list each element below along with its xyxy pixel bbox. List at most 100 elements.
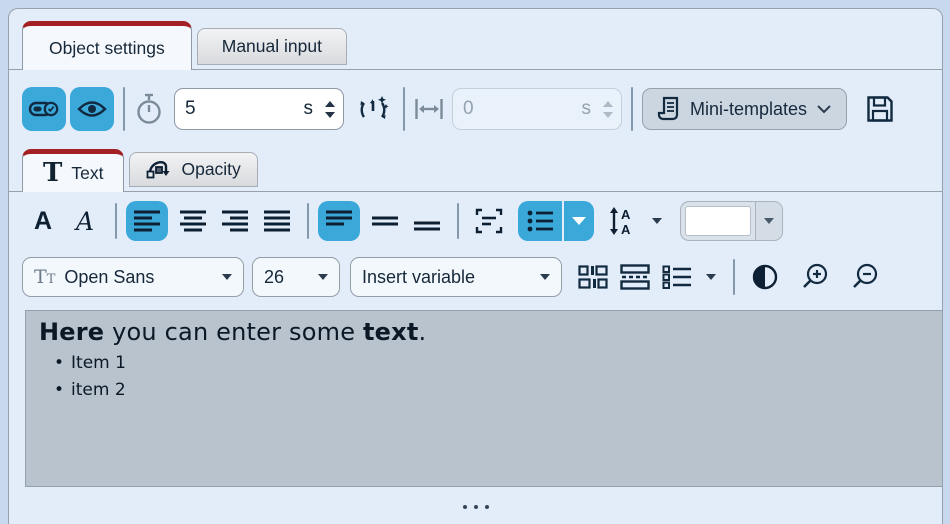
separator bbox=[115, 203, 117, 239]
tab-manual-input-label: Manual input bbox=[222, 36, 322, 57]
separator bbox=[307, 203, 309, 239]
gap-input bbox=[463, 98, 578, 120]
width-icon bbox=[414, 97, 444, 121]
editor-line-1: Here you can enter some text. bbox=[39, 318, 929, 346]
valign-top-icon bbox=[325, 209, 353, 233]
insert-variable-label: Insert variable bbox=[362, 267, 475, 288]
list-squares-icon bbox=[662, 265, 692, 289]
save-template-button[interactable] bbox=[859, 89, 901, 129]
auto-duration-icon bbox=[355, 91, 391, 127]
italic-icon: A bbox=[76, 207, 94, 236]
zoom-out-button[interactable] bbox=[844, 257, 886, 297]
editor-bullet-1: • Item 1 bbox=[54, 353, 929, 373]
font-size-combo[interactable]: 26 bbox=[252, 257, 340, 297]
chevron-down-icon bbox=[540, 274, 550, 280]
toggle-on-icon bbox=[28, 98, 60, 120]
line-spacing-button[interactable]: A A bbox=[602, 201, 644, 241]
align-right-button[interactable] bbox=[214, 201, 256, 241]
tab-manual-input[interactable]: Manual input bbox=[197, 28, 347, 65]
mini-templates-dropdown[interactable]: Mini-templates bbox=[642, 88, 847, 130]
fit-text-icon bbox=[475, 208, 503, 234]
duration-unit-label: s bbox=[304, 98, 314, 120]
valign-top-button[interactable] bbox=[318, 201, 360, 241]
font-family-combo[interactable]: TT Open Sans bbox=[22, 257, 244, 297]
tab-object-settings[interactable]: Object settings bbox=[22, 21, 192, 70]
svg-text:A: A bbox=[621, 207, 631, 222]
opacity-curve-icon bbox=[146, 158, 172, 182]
align-justify-icon bbox=[263, 209, 291, 233]
duration-input-group: s bbox=[174, 88, 344, 130]
chevron-down-icon bbox=[652, 218, 662, 224]
splitter-dot bbox=[463, 505, 467, 509]
tab-text-label: Text bbox=[71, 163, 103, 184]
list-style-dropdown-button[interactable] bbox=[698, 257, 724, 297]
chevron-down-icon bbox=[706, 274, 716, 280]
tab-opacity-label: Opacity bbox=[181, 159, 240, 180]
zoom-in-icon bbox=[801, 263, 829, 291]
align-right-icon bbox=[221, 209, 249, 233]
bullet-text: Item 1 bbox=[71, 353, 126, 373]
separator bbox=[631, 87, 633, 131]
splitter-dot bbox=[474, 505, 478, 509]
enable-object-toggle-button[interactable] bbox=[22, 87, 66, 131]
insert-variable-combo[interactable]: Insert variable bbox=[350, 257, 562, 297]
gap-spinner bbox=[603, 101, 613, 118]
valign-middle-icon bbox=[371, 209, 399, 233]
bold-button[interactable]: A bbox=[22, 201, 64, 241]
font-toolbar: TT Open Sans 26 Insert variable bbox=[9, 250, 942, 304]
content-tabbar: T Text Opacity bbox=[9, 148, 942, 192]
layout-blocks-button[interactable] bbox=[572, 257, 614, 297]
line-spacing-icon: A A bbox=[608, 206, 638, 236]
tab-opacity[interactable]: Opacity bbox=[129, 152, 257, 187]
align-left-button[interactable] bbox=[126, 201, 168, 241]
font-icon: TT bbox=[34, 268, 55, 287]
chevron-down-icon bbox=[222, 274, 232, 280]
eye-icon bbox=[77, 99, 107, 119]
auto-duration-button[interactable] bbox=[352, 89, 394, 129]
zoom-in-button[interactable] bbox=[794, 257, 836, 297]
mini-templates-label: Mini-templates bbox=[690, 99, 807, 120]
contrast-button[interactable] bbox=[744, 257, 786, 297]
valign-bottom-icon bbox=[413, 209, 441, 233]
valign-middle-button[interactable] bbox=[364, 201, 406, 241]
row-split-button[interactable] bbox=[614, 257, 656, 297]
tab-object-settings-label: Object settings bbox=[49, 38, 165, 59]
duration-input[interactable] bbox=[185, 98, 300, 120]
duration-spinner bbox=[325, 101, 335, 118]
row-split-icon bbox=[620, 264, 650, 290]
color-dropdown-button[interactable] bbox=[755, 202, 782, 240]
visibility-button[interactable] bbox=[70, 87, 114, 131]
color-swatch[interactable] bbox=[685, 206, 751, 236]
spin-down-button[interactable] bbox=[325, 112, 335, 118]
splitter-dot bbox=[485, 505, 489, 509]
separator bbox=[457, 203, 459, 239]
template-icon bbox=[657, 96, 681, 122]
editor-bullet-2: • item 2 bbox=[54, 380, 929, 400]
valign-bottom-button[interactable] bbox=[406, 201, 448, 241]
contrast-icon bbox=[752, 264, 778, 290]
bullet-marker: • bbox=[54, 380, 64, 400]
align-left-icon bbox=[133, 209, 161, 233]
align-center-button[interactable] bbox=[172, 201, 214, 241]
gap-unit-label: s bbox=[582, 98, 592, 120]
text-editor[interactable]: Here you can enter some text. • Item 1 •… bbox=[25, 310, 943, 487]
text-color-combo bbox=[680, 201, 783, 241]
save-icon bbox=[865, 94, 895, 124]
spin-down-button bbox=[603, 112, 613, 118]
bullet-list-button[interactable] bbox=[518, 201, 562, 241]
spin-up-button[interactable] bbox=[325, 101, 335, 107]
separator bbox=[733, 259, 735, 295]
italic-button[interactable]: A bbox=[64, 201, 106, 241]
bullet-list-dropdown-button[interactable] bbox=[564, 201, 594, 241]
splitter-handle[interactable] bbox=[9, 491, 942, 523]
list-style-button[interactable] bbox=[656, 257, 698, 297]
duration-toolbar: s bbox=[9, 70, 942, 148]
gap-input-group: s bbox=[452, 88, 622, 130]
align-justify-button[interactable] bbox=[256, 201, 298, 241]
tab-text[interactable]: T Text bbox=[22, 149, 124, 192]
bold-icon: A bbox=[34, 207, 52, 236]
fit-text-button[interactable] bbox=[468, 201, 510, 241]
chevron-down-icon bbox=[816, 104, 832, 114]
line-spacing-dropdown-button[interactable] bbox=[644, 201, 670, 241]
text-tab-icon: T bbox=[43, 160, 62, 186]
